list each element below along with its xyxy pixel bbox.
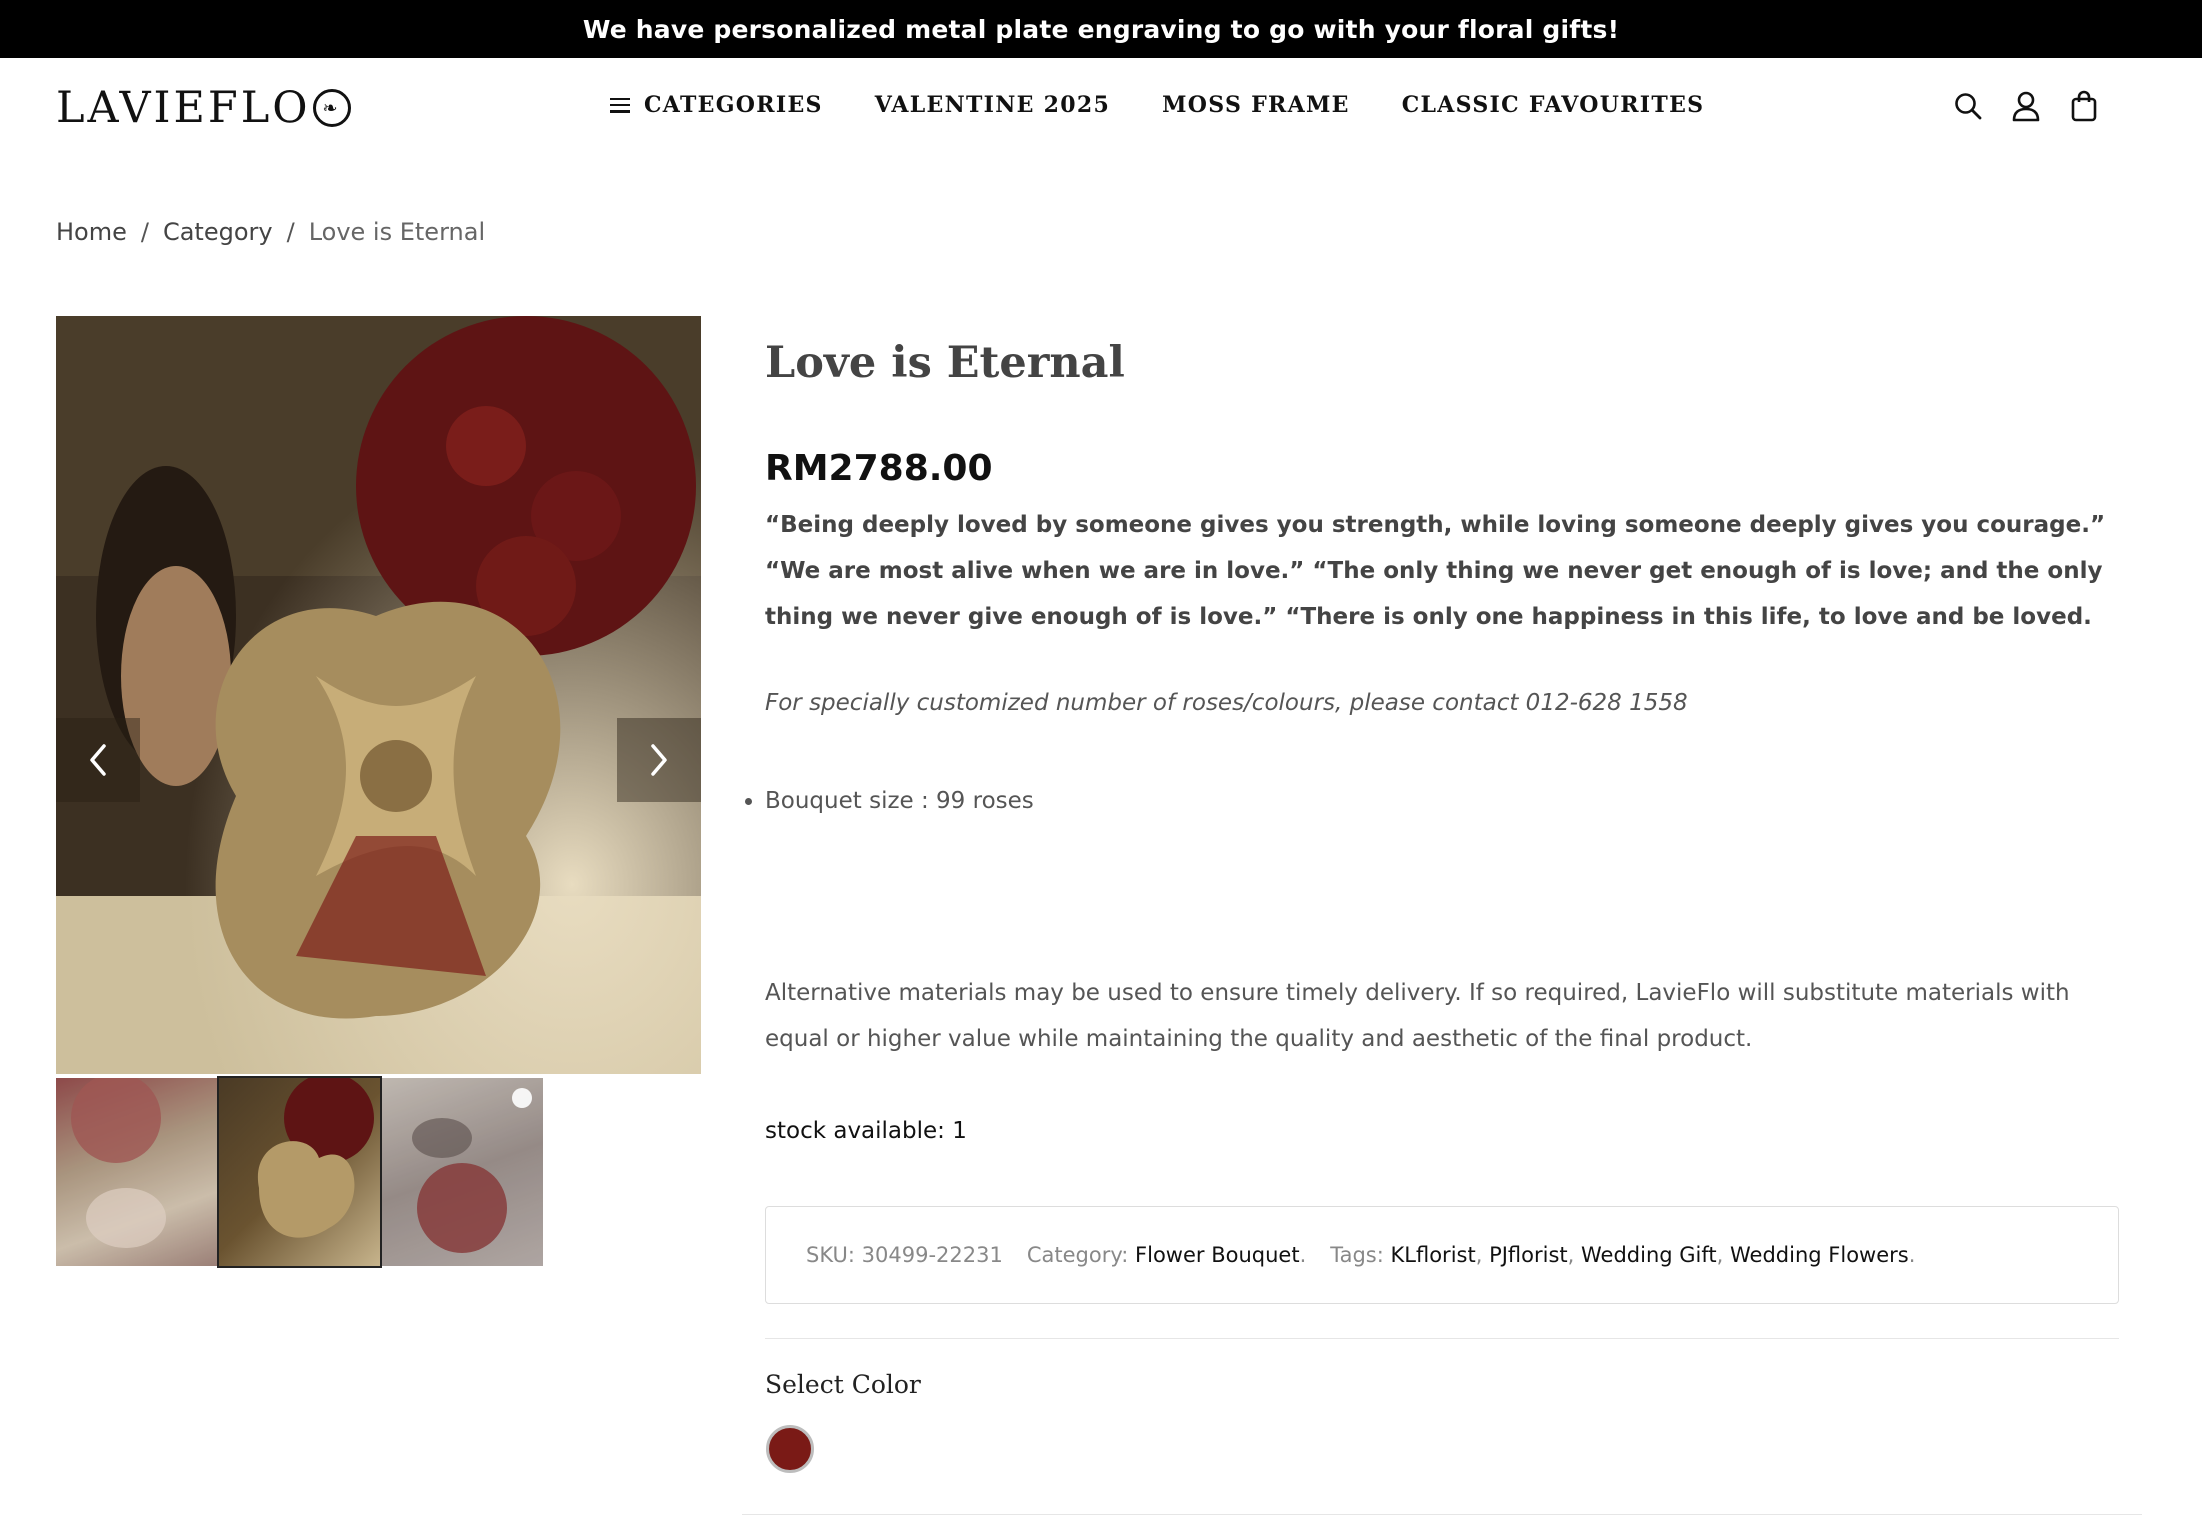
- nav-label: CLASSIC FAVOURITES: [1401, 92, 1705, 118]
- tags-group: Tags: KLflorist, PJflorist, Wedding Gift…: [1330, 1243, 1916, 1267]
- product-title: Love is Eternal: [765, 338, 1125, 388]
- tag-link[interactable]: KLflorist: [1391, 1243, 1476, 1267]
- logo-text: LAVIEFLO: [56, 83, 311, 133]
- sku-group: SKU: 30499-22231: [806, 1243, 1003, 1267]
- tag-link[interactable]: Wedding Flowers: [1730, 1243, 1909, 1267]
- menu-icon: [610, 97, 630, 113]
- user-icon[interactable]: [2008, 88, 2044, 124]
- product-specs: Bouquet size : 99 roses: [745, 788, 1034, 814]
- main-nav: CATEGORIES VALENTINE 2025 MOSS FRAME CLA…: [610, 92, 1756, 118]
- product-main-image: [56, 316, 701, 1074]
- chevron-left-icon: [90, 744, 106, 776]
- nav-valentine-2025[interactable]: VALENTINE 2025: [875, 92, 1110, 118]
- thumbnail-strip: [56, 1076, 543, 1268]
- tags-label: Tags:: [1330, 1243, 1384, 1267]
- divider: [742, 1514, 2142, 1515]
- search-icon[interactable]: [1950, 88, 1986, 124]
- alternative-materials-note: Alternative materials may be used to ens…: [765, 980, 2070, 1052]
- announcement-text: We have personalized metal plate engravi…: [582, 14, 1620, 44]
- thumbnail-3[interactable]: [382, 1078, 543, 1266]
- nav-classic-favourites[interactable]: CLASSIC FAVOURITES: [1402, 92, 1705, 118]
- header-actions: [1950, 88, 2124, 124]
- chevron-right-icon: [651, 744, 667, 776]
- spec-bouquet-size: Bouquet size : 99 roses: [765, 788, 1034, 814]
- nav-categories[interactable]: CATEGORIES: [610, 92, 823, 118]
- breadcrumb-home[interactable]: Home: [56, 218, 127, 246]
- breadcrumb-category[interactable]: Category: [163, 218, 273, 246]
- nav-label: CATEGORIES: [644, 92, 823, 118]
- thumbnail-1[interactable]: [56, 1078, 217, 1266]
- gallery-prev-button[interactable]: [56, 718, 140, 802]
- breadcrumb-separator: /: [140, 218, 149, 246]
- bag-icon[interactable]: [2066, 88, 2102, 124]
- product-price: RM2788.00: [765, 448, 993, 489]
- logo-mark-icon: ❧: [312, 89, 351, 127]
- category-label: Category:: [1026, 1243, 1129, 1267]
- breadcrumb-current: Love is Eternal: [308, 218, 486, 246]
- breadcrumb: Home / Category / Love is Eternal: [56, 218, 485, 246]
- breadcrumb-separator: /: [286, 218, 295, 246]
- nav-label: VALENTINE 2025: [874, 92, 1111, 118]
- thumbnail-2[interactable]: [217, 1076, 382, 1268]
- tag-link[interactable]: Wedding Gift: [1581, 1243, 1717, 1267]
- category-group: Category: Flower Bouquet.: [1026, 1243, 1307, 1267]
- select-color-label: Select Color: [765, 1370, 921, 1399]
- announcement-bar: We have personalized metal plate engravi…: [0, 0, 2202, 58]
- sku-label: SKU:: [806, 1243, 855, 1267]
- nav-label: MOSS FRAME: [1162, 92, 1350, 118]
- product-description-quote: “Being deeply loved by someone gives you…: [765, 512, 2106, 630]
- custom-order-note: For specially customized number of roses…: [765, 690, 1688, 716]
- stock-status: stock available: 1: [765, 1118, 967, 1144]
- product-photo: [56, 316, 701, 1074]
- tag-link[interactable]: PJflorist: [1489, 1243, 1568, 1267]
- category-link[interactable]: Flower Bouquet: [1135, 1243, 1300, 1267]
- nav-moss-frame[interactable]: MOSS FRAME: [1162, 92, 1350, 118]
- sku-value: 30499-22231: [861, 1243, 1003, 1267]
- divider: [765, 1338, 2119, 1339]
- color-swatch-red[interactable]: [766, 1425, 814, 1473]
- product-meta: SKU: 30499-22231 Category: Flower Bouque…: [765, 1206, 2119, 1304]
- gallery-next-button[interactable]: [617, 718, 701, 802]
- site-logo[interactable]: LAVIEFLO ❧: [56, 83, 351, 133]
